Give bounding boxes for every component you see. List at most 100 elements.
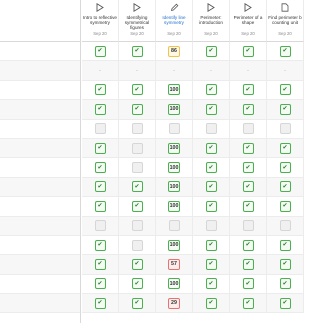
not-started-box[interactable] [94, 123, 106, 135]
completed-check-icon[interactable] [242, 200, 254, 212]
completed-check-icon[interactable] [205, 45, 217, 57]
completed-check-icon[interactable] [94, 278, 106, 290]
not-started-box[interactable] [131, 123, 143, 135]
completed-check-icon[interactable] [279, 162, 291, 174]
completed-check-icon[interactable] [242, 239, 254, 251]
assignment-title[interactable]: Perimeter of a shape [231, 15, 265, 25]
student-row[interactable] [0, 42, 80, 62]
student-row[interactable] [0, 236, 80, 256]
completed-check-icon[interactable] [279, 278, 291, 290]
score-badge[interactable]: 100 [167, 142, 181, 154]
assignment-header[interactable]: Identify line symmetry Sep 20 [156, 0, 193, 42]
student-row[interactable] [0, 81, 80, 101]
not-started-box[interactable] [242, 123, 254, 135]
completed-check-icon[interactable] [205, 278, 217, 290]
completed-check-icon[interactable] [242, 84, 254, 96]
not-started-box[interactable] [131, 220, 143, 232]
student-row[interactable] [0, 197, 80, 217]
assignment-title[interactable]: Identifying symmetrical figures [120, 15, 154, 30]
completed-check-icon[interactable] [242, 278, 254, 290]
not-started-box[interactable] [279, 220, 291, 232]
completed-check-icon[interactable] [279, 200, 291, 212]
completed-check-icon[interactable] [205, 297, 217, 309]
not-started-box[interactable] [205, 123, 217, 135]
score-badge[interactable]: 29 [168, 297, 180, 309]
completed-check-icon[interactable] [131, 278, 143, 290]
score-badge[interactable]: 100 [167, 84, 181, 96]
not-started-box[interactable] [131, 162, 143, 174]
assignment-header[interactable]: Intro to reflective symmetry Sep 20 [82, 0, 119, 42]
completed-check-icon[interactable] [242, 297, 254, 309]
student-row[interactable] [0, 255, 80, 275]
score-badge[interactable]: 100 [167, 200, 181, 212]
completed-check-icon[interactable] [94, 162, 106, 174]
not-started-box[interactable] [279, 123, 291, 135]
score-badge[interactable]: 100 [167, 239, 181, 251]
completed-check-icon[interactable] [242, 45, 254, 57]
student-row[interactable] [0, 275, 80, 295]
score-badge[interactable]: 86 [168, 45, 180, 57]
completed-check-icon[interactable] [205, 84, 217, 96]
completed-check-icon[interactable] [205, 200, 217, 212]
completed-check-icon[interactable] [94, 45, 106, 57]
assignment-header[interactable]: Identifying symmetrical figures Sep 20 [119, 0, 156, 42]
score-badge[interactable]: 100 [167, 278, 181, 290]
score-badge[interactable]: 100 [167, 181, 181, 193]
completed-check-icon[interactable] [242, 142, 254, 154]
assignment-header[interactable]: Find perimeter b counting unit Sep 20 [267, 0, 304, 42]
not-started-box[interactable] [131, 239, 143, 251]
completed-check-icon[interactable] [205, 239, 217, 251]
student-row[interactable] [0, 177, 80, 198]
completed-check-icon[interactable] [279, 239, 291, 251]
completed-check-icon[interactable] [94, 142, 106, 154]
completed-check-icon[interactable] [94, 200, 106, 212]
completed-check-icon[interactable] [279, 142, 291, 154]
assignment-header[interactable]: Perimeter: introduction Sep 20 [193, 0, 230, 42]
completed-check-icon[interactable] [94, 258, 106, 270]
student-row[interactable] [0, 294, 80, 314]
completed-check-icon[interactable] [205, 181, 217, 193]
assignment-title[interactable]: Find perimeter b counting unit [268, 15, 302, 25]
completed-check-icon[interactable] [131, 297, 143, 309]
completed-check-icon[interactable] [94, 181, 106, 193]
completed-check-icon[interactable] [242, 258, 254, 270]
completed-check-icon[interactable] [279, 45, 291, 57]
completed-check-icon[interactable] [205, 103, 217, 115]
student-row[interactable] [0, 216, 80, 236]
completed-check-icon[interactable] [131, 103, 143, 115]
not-started-box[interactable] [94, 220, 106, 232]
score-badge[interactable]: 100 [167, 162, 181, 174]
completed-check-icon[interactable] [279, 84, 291, 96]
assignment-title[interactable]: Perimeter: introduction [194, 15, 228, 25]
completed-check-icon[interactable] [205, 258, 217, 270]
not-started-box[interactable] [205, 220, 217, 232]
completed-check-icon[interactable] [279, 297, 291, 309]
student-row[interactable] [0, 120, 80, 139]
completed-check-icon[interactable] [205, 142, 217, 154]
not-started-box[interactable] [168, 123, 180, 135]
completed-check-icon[interactable] [131, 200, 143, 212]
completed-check-icon[interactable] [279, 181, 291, 193]
student-row[interactable] [0, 138, 80, 159]
student-row[interactable] [0, 61, 80, 81]
completed-check-icon[interactable] [205, 162, 217, 174]
not-started-box[interactable] [168, 220, 180, 232]
student-row[interactable] [0, 158, 80, 178]
completed-check-icon[interactable] [279, 103, 291, 115]
student-row[interactable] [0, 100, 80, 120]
completed-check-icon[interactable] [131, 181, 143, 193]
completed-check-icon[interactable] [131, 258, 143, 270]
score-badge[interactable]: 57 [168, 258, 180, 270]
completed-check-icon[interactable] [242, 162, 254, 174]
score-badge[interactable]: 100 [167, 103, 181, 115]
completed-check-icon[interactable] [131, 84, 143, 96]
completed-check-icon[interactable] [242, 103, 254, 115]
completed-check-icon[interactable] [242, 181, 254, 193]
completed-check-icon[interactable] [94, 84, 106, 96]
completed-check-icon[interactable] [94, 239, 106, 251]
assignment-title[interactable]: Identify line symmetry [157, 15, 191, 25]
assignment-header[interactable]: Perimeter of a shape Sep 20 [230, 0, 267, 42]
not-started-box[interactable] [131, 142, 143, 154]
completed-check-icon[interactable] [279, 258, 291, 270]
assignment-title[interactable]: Intro to reflective symmetry [83, 15, 117, 25]
